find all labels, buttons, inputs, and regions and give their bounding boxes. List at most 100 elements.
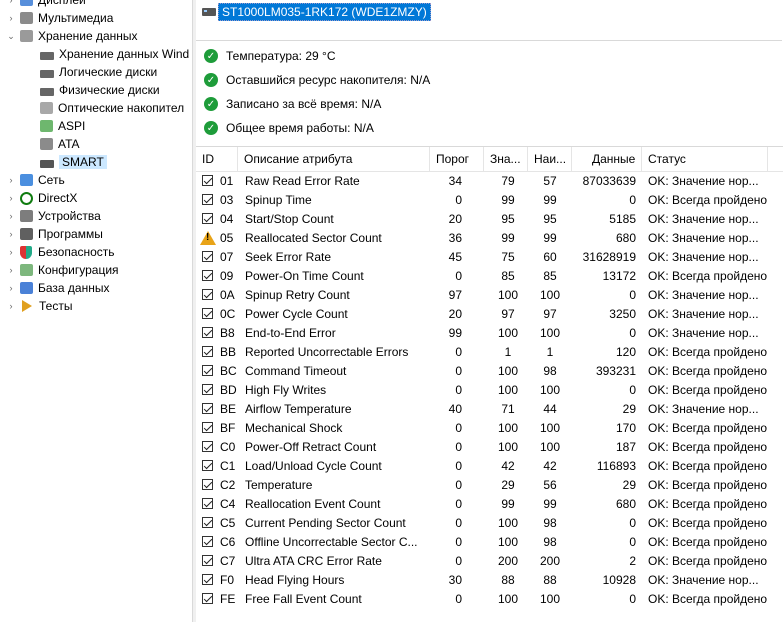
row-checkbox[interactable] [202,593,213,604]
attribute-data: 0 [629,193,636,207]
row-checkbox[interactable] [202,384,213,395]
table-row[interactable]: 07 Seek Error Rate 45 75 60 31628919 OK: Значе… [196,248,783,267]
column-header-status[interactable]: Статус [642,147,768,171]
table-row[interactable]: FE Free Fall Event Count 0 100 100 0 OK: Всегд… [196,590,783,609]
chevron-right-icon[interactable]: › [6,265,16,275]
column-header-threshold[interactable]: Порог [430,147,484,171]
column-header-worst[interactable]: Наи... [528,147,572,171]
table-row[interactable]: 04 Start/Stop Count 20 95 95 5185 OK: Значение… [196,210,783,229]
row-checkbox[interactable] [202,270,213,281]
table-row[interactable]: C0 Power-Off Retract Count 0 100 100 187 OK: В… [196,438,783,457]
chevron-right-icon[interactable]: › [6,247,16,257]
chevron-right-icon[interactable]: › [6,0,16,5]
attribute-description: Airflow Temperature [245,402,352,416]
table-row[interactable]: BB Reported Uncorrectable Errors 0 1 1 120 OK:… [196,343,783,362]
attribute-description: Power-On Time Count [245,269,364,283]
column-header-description[interactable]: Описание атрибута [238,147,430,171]
row-checkbox[interactable] [202,460,213,471]
table-row[interactable]: BD High Fly Writes 0 100 100 0 OK: Всегда прой… [196,381,783,400]
table-row[interactable]: BF Mechanical Shock 0 100 100 170 OK: Всегда п… [196,419,783,438]
chevron-right-icon[interactable]: › [6,175,16,185]
row-checkbox[interactable] [202,441,213,452]
row-checkbox[interactable] [202,327,213,338]
chevron-right-icon[interactable]: › [6,301,16,311]
chevron-right-icon[interactable]: › [6,193,16,203]
tree-item[interactable]: › База данных [6,279,110,297]
row-checkbox[interactable] [202,517,213,528]
chevron-right-icon[interactable]: › [6,13,16,23]
tree-item[interactable]: Физические диски [40,81,160,99]
table-row[interactable]: 09 Power-On Time Count 0 85 85 13172 OK: Всегд… [196,267,783,286]
tree-item[interactable]: › Мультимедиа [6,9,114,27]
attribute-value: 97 [501,307,515,321]
row-checkbox[interactable] [202,536,213,547]
tree-item[interactable]: › Устройства [6,207,101,225]
row-checkbox[interactable] [202,346,213,357]
attribute-description: Current Pending Sector Count [245,516,406,530]
table-row[interactable]: 01 Raw Read Error Rate 34 79 57 87033639 OK: З… [196,172,783,191]
attribute-threshold: 45 [448,250,462,264]
table-row[interactable]: 0A Spinup Retry Count 97 100 100 0 OK: Значени… [196,286,783,305]
tree-item[interactable]: › Тесты [6,297,73,315]
device-label[interactable]: ST1000LM035-1RK172 (WDE1ZMZY) [218,3,431,21]
row-checkbox[interactable] [202,403,213,414]
table-row[interactable]: C2 Temperature 0 29 56 29 OK: Всегда пройдено [196,476,783,495]
tree-item[interactable]: ⌄ Хранение данных [6,27,137,45]
table-row[interactable]: C6 Offline Uncorrectable Sector C... 0 100 9… [196,533,783,552]
tests-icon [22,300,32,312]
attribute-value: 29 [501,478,515,492]
table-row[interactable]: BE Airflow Temperature 40 71 44 29 OK: Значени… [196,400,783,419]
tree-item[interactable]: Логические диски [40,63,157,81]
tree-item-label: Безопасность [38,245,115,259]
attribute-data: 680 [615,497,636,511]
tree-item[interactable]: › Программы [6,225,103,243]
tree-item[interactable]: › Дисплей [6,0,86,9]
table-row[interactable]: ! 05 Reallocated Sector Count 36 99 99 680 OK: … [196,229,783,248]
chevron-down-icon[interactable]: ⌄ [6,31,16,41]
table-row[interactable]: 0C Power Cycle Count 20 97 97 3250 OK: Значени… [196,305,783,324]
attribute-data: 31628919 [582,250,636,264]
table-row[interactable]: C1 Load/Unload Cycle Count 0 42 42 116893 OK: … [196,457,783,476]
attribute-worst: 99 [543,231,557,245]
row-checkbox[interactable] [202,308,213,319]
tree-item[interactable]: Хранение данных Wind [40,45,189,63]
row-checkbox[interactable] [202,175,213,186]
tree-item[interactable]: SMART [40,153,107,171]
row-checkbox[interactable] [202,213,213,224]
attribute-worst: 98 [543,535,557,549]
table-row[interactable]: C5 Current Pending Sector Count 0 100 98 0 OK:… [196,514,783,533]
row-checkbox[interactable] [202,479,213,490]
ok-check-icon: ✓ [204,121,218,135]
attribute-status: OK: Значение нор... [648,250,759,264]
row-checkbox[interactable] [202,365,213,376]
row-checkbox[interactable] [202,194,213,205]
chevron-right-icon[interactable]: › [6,211,16,221]
attribute-description: Head Flying Hours [245,573,345,587]
table-row[interactable]: B8 End-to-End Error 99 100 100 0 OK: Значение … [196,324,783,343]
column-header-value[interactable]: Зна... [484,147,528,171]
tree-item[interactable]: › Конфигурация [6,261,119,279]
tree-item[interactable]: › Сеть [6,171,65,189]
table-row[interactable]: F0 Head Flying Hours 30 88 88 10928 OK: Значен… [196,571,783,590]
row-checkbox[interactable] [202,422,213,433]
chevron-right-icon[interactable]: › [6,283,16,293]
tree-item[interactable]: › Безопасность [6,243,115,261]
row-checkbox[interactable] [202,555,213,566]
table-row[interactable]: 03 Spinup Time 0 99 99 0 OK: Всегда пройдено [196,191,783,210]
row-checkbox[interactable] [202,574,213,585]
attribute-value: 75 [501,250,515,264]
row-checkbox[interactable] [202,251,213,262]
table-row[interactable]: BC Command Timeout 0 100 98 393231 OK: Всегда … [196,362,783,381]
tree-item[interactable]: ASPI [40,117,85,135]
column-header-data[interactable]: Данные [572,147,642,171]
device-item[interactable]: ST1000LM035-1RK172 (WDE1ZMZY) [202,3,431,21]
tree-item[interactable]: › DirectX [6,189,78,207]
table-row[interactable]: C7 Ultra ATA CRC Error Rate 0 200 200 2 OK: Вс… [196,552,783,571]
row-checkbox[interactable] [202,289,213,300]
tree-item[interactable]: Оптические накопител [40,99,184,117]
row-checkbox[interactable] [202,498,213,509]
column-header-id[interactable]: ID [196,147,238,171]
table-row[interactable]: C4 Reallocation Event Count 0 99 99 680 OK: Вс… [196,495,783,514]
chevron-right-icon[interactable]: › [6,229,16,239]
tree-item[interactable]: ATA [40,135,80,153]
